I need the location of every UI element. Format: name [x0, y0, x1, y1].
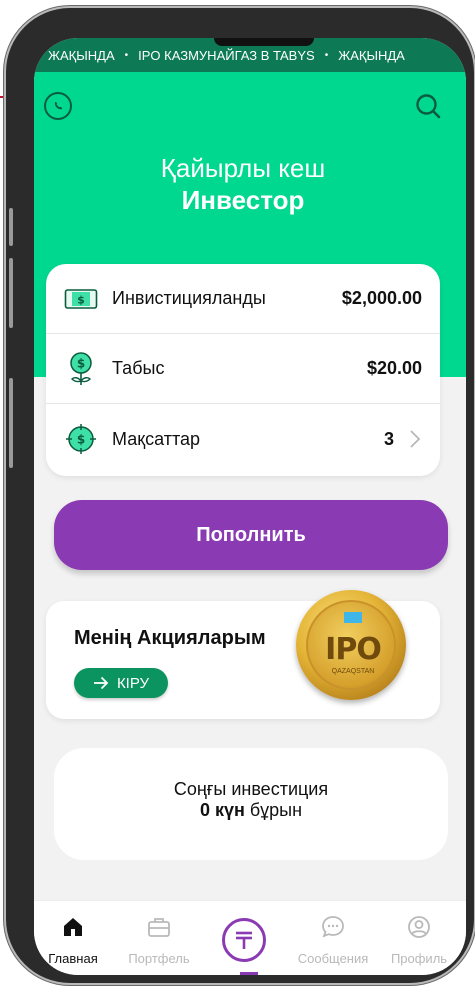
volume-up-button — [9, 208, 13, 246]
profile-icon — [408, 916, 430, 938]
chat-icon — [322, 916, 344, 938]
ticker-item: ЖАҚЫНДА — [338, 47, 405, 63]
coin-subtext: QAZAQSTAN — [331, 668, 375, 675]
shares-title: Менің Акцияларым — [74, 627, 266, 649]
last-investment-value: 0 күн бұрын — [54, 800, 448, 821]
volume-down-button — [9, 258, 13, 328]
ticker-separator: • — [324, 49, 329, 61]
arrow-right-icon — [93, 676, 109, 690]
greeting-text: Қайырлы кеш — [160, 153, 326, 183]
coin-text: IPO — [325, 632, 382, 667]
stats-card: $ Инвистицияланды $2,000.00 $ Табыс $20.… — [46, 264, 440, 476]
enter-button[interactable]: КІРУ — [74, 668, 168, 698]
stat-label: Мақсаттар — [112, 428, 201, 449]
stat-value: $2,000.00 — [341, 288, 422, 308]
tab-active-indicator — [240, 972, 258, 975]
last-investment-card: Соңғы инвестиция 0 күн бұрын — [54, 748, 448, 860]
tenge-icon — [236, 931, 252, 949]
enter-label: КІРУ — [116, 674, 150, 692]
phone-frame: ЖАҚЫНДА • IPO КАЗМУНАЙГАЗ В TABYS • ЖАҚЫ… — [6, 8, 474, 983]
topup-button[interactable]: Пополнить — [54, 500, 448, 570]
briefcase-icon — [148, 918, 170, 937]
ticker-separator: • — [124, 49, 129, 61]
stat-label: Табыс — [112, 358, 165, 378]
svg-text:$: $ — [77, 356, 85, 370]
app-screen: ЖАҚЫНДА • IPO КАЗМУНАЙГАЗ В TABYS • ЖАҚЫ… — [34, 38, 466, 975]
stat-row-invested[interactable]: $ Инвистицияланды $2,000.00 — [46, 264, 440, 334]
stat-row-income[interactable]: $ Табыс $20.00 — [46, 334, 440, 404]
target-dollar-icon: $ — [64, 422, 98, 456]
search-icon[interactable] — [414, 92, 442, 120]
tab-label: Главная — [48, 951, 98, 966]
last-investment-title: Соңғы инвестиция — [173, 779, 329, 799]
chevron-right-icon — [410, 430, 421, 448]
ipo-coin-logo: IPO QAZAQSTAN — [296, 590, 406, 700]
stat-row-goals[interactable]: $ Мақсаттар 3 — [46, 404, 440, 474]
tab-profile[interactable]: Профиль — [376, 901, 462, 975]
stat-value: 3 — [383, 428, 394, 449]
plant-dollar-icon: $ — [64, 351, 98, 386]
tab-label: Сообщения — [297, 951, 369, 966]
tab-portfolio[interactable]: Портфель — [116, 901, 202, 975]
greeting: Қайырлы кеш Инвестор — [34, 152, 452, 216]
ticker-item: ЖАҚЫНДА — [48, 47, 115, 63]
cash-icon: $ — [64, 282, 98, 316]
days-suffix: бұрын — [249, 800, 303, 820]
stat-value: $20.00 — [366, 358, 422, 378]
ticker-item: IPO КАЗМУНАЙГАЗ В TABYS — [138, 47, 315, 63]
bottom-tab-bar: Главная Портфель Сообщения Профиль — [34, 900, 466, 975]
svg-text:$: $ — [77, 293, 85, 306]
user-name: Инвестор — [181, 185, 305, 215]
notch — [214, 38, 314, 46]
tab-home[interactable]: Главная — [34, 901, 116, 975]
tab-label: Портфель — [128, 951, 190, 966]
svg-text:$: $ — [77, 433, 85, 447]
stat-label: Инвистицияланды — [112, 288, 266, 308]
flag-icon — [344, 612, 362, 623]
tab-messages[interactable]: Сообщения — [290, 901, 376, 975]
side-button — [9, 378, 13, 468]
home-icon — [64, 918, 82, 936]
tab-tenge[interactable] — [222, 918, 266, 962]
tab-label: Профиль — [390, 951, 448, 966]
whatsapp-icon[interactable] — [44, 92, 72, 120]
coin-face: IPO QAZAQSTAN — [306, 600, 396, 690]
days-value: 0 күн — [199, 800, 245, 820]
